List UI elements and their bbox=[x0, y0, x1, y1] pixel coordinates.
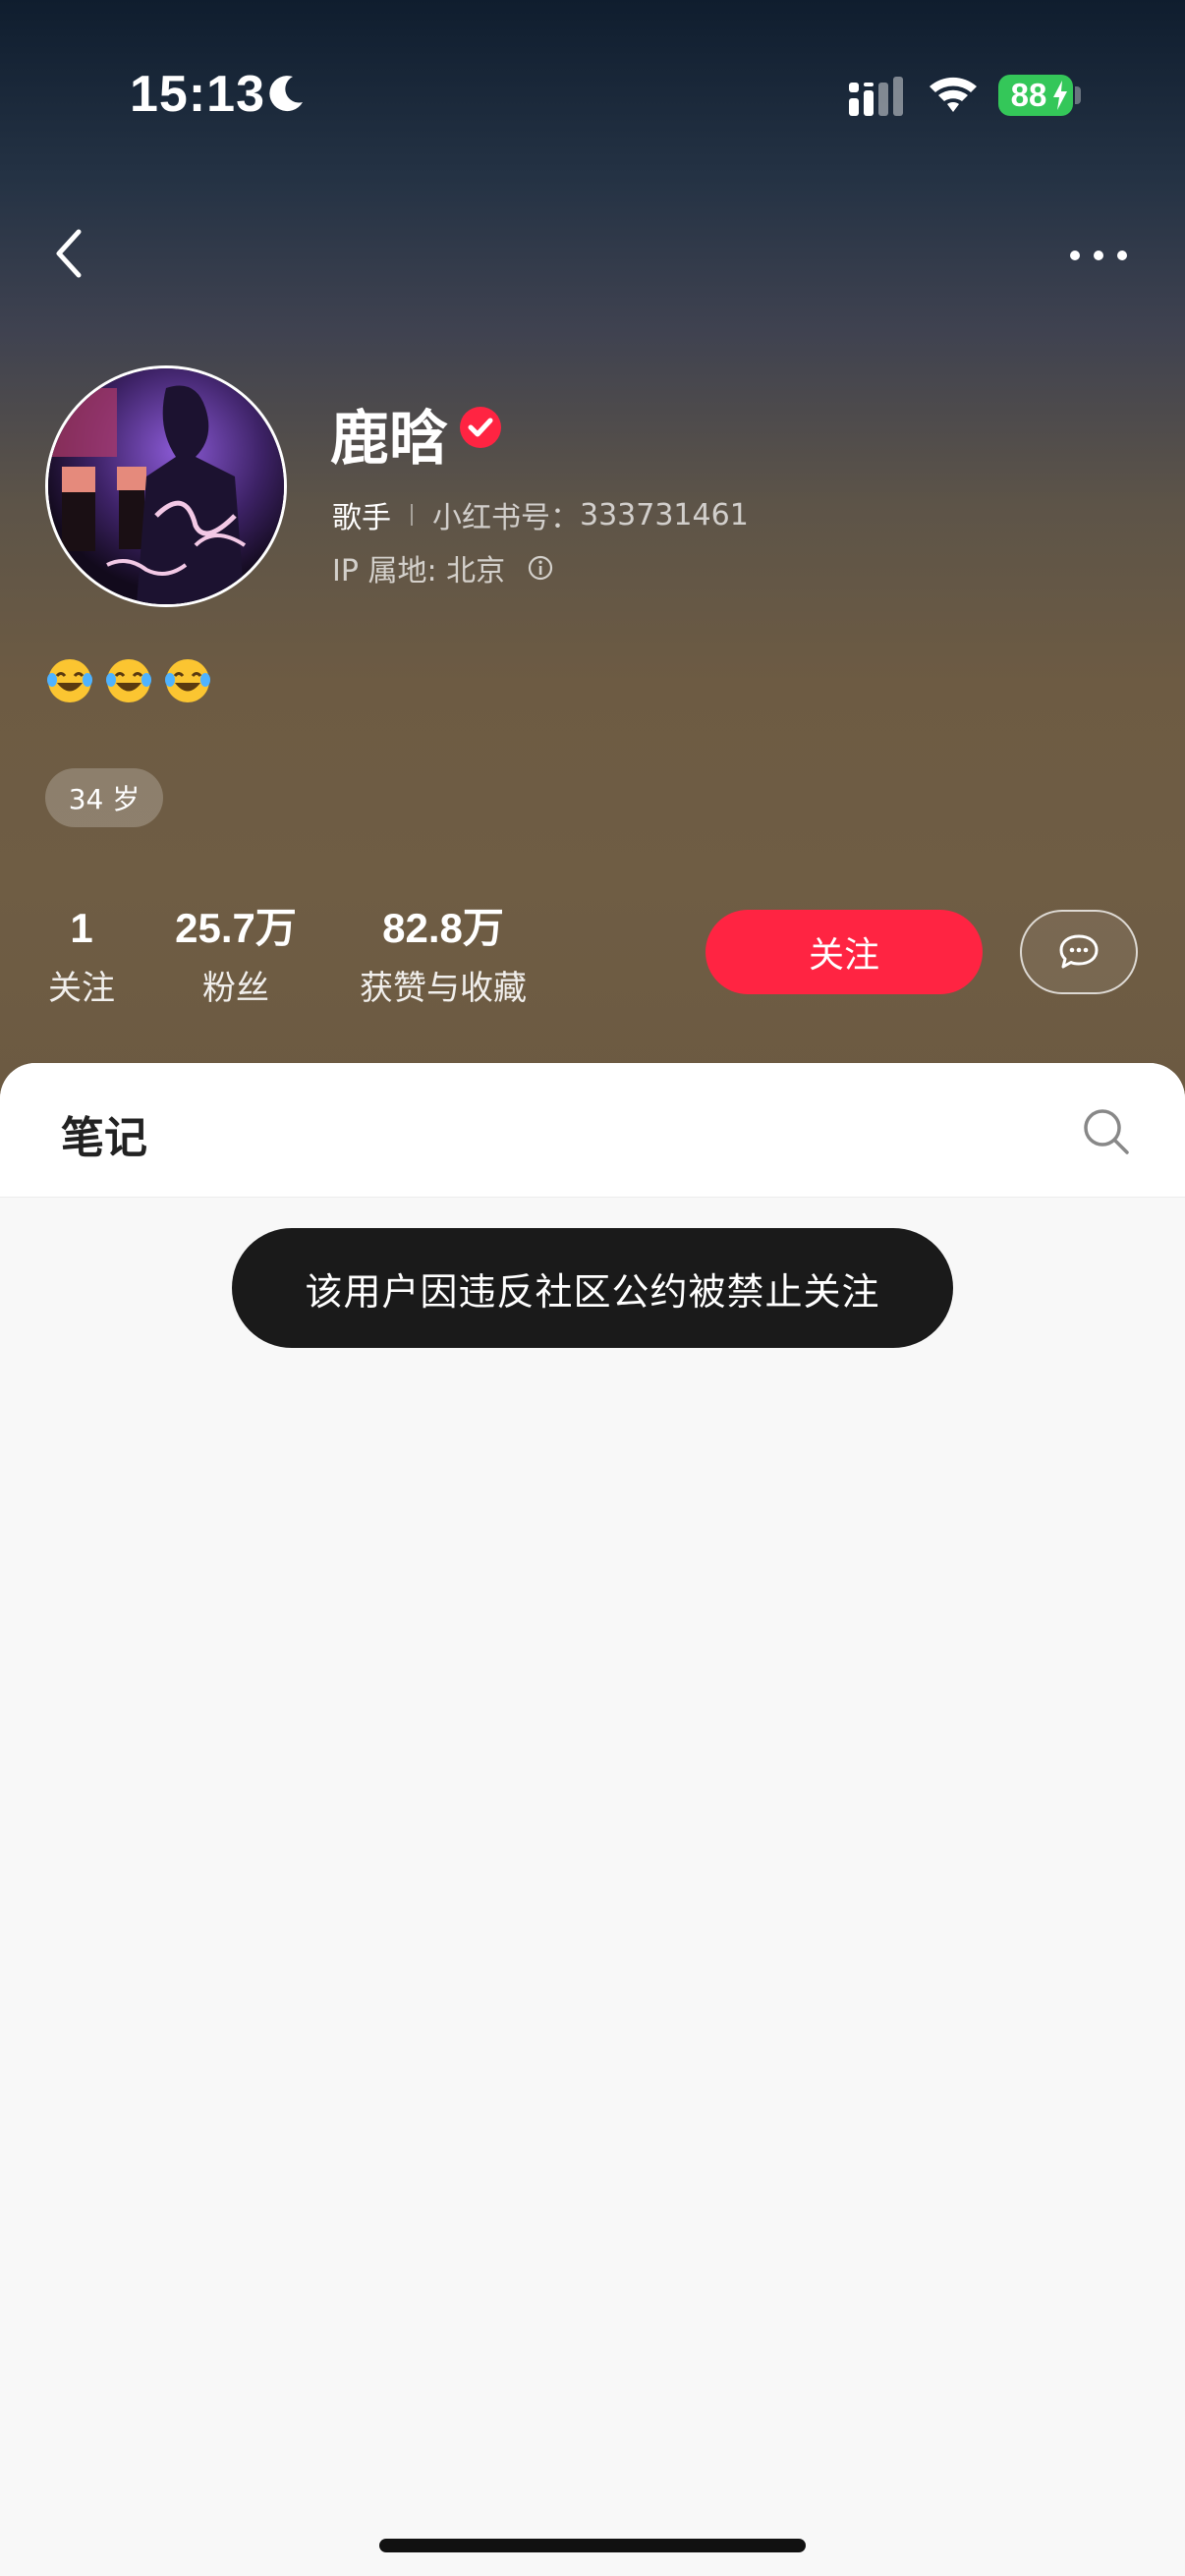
profile-name: 鹿晗 bbox=[330, 405, 448, 474]
verified-icon bbox=[460, 407, 501, 448]
moon-icon bbox=[269, 76, 303, 112]
laughing-tears-emoji-icon bbox=[47, 659, 92, 702]
battery-level: 88 bbox=[1010, 77, 1047, 113]
avatar-image bbox=[48, 368, 284, 604]
search-icon[interactable] bbox=[1079, 1104, 1134, 1159]
tab-notes[interactable]: 笔记 bbox=[61, 1102, 147, 1165]
followers-label: 粉丝 bbox=[202, 969, 269, 1008]
avatar[interactable] bbox=[45, 365, 287, 607]
charging-bolt-icon bbox=[1053, 81, 1067, 110]
chat-bubble-icon bbox=[1059, 934, 1099, 969]
info-icon[interactable] bbox=[527, 554, 554, 582]
wifi-icon bbox=[930, 77, 977, 112]
more-icon[interactable] bbox=[1063, 234, 1134, 277]
followers-value: 25.7万 bbox=[175, 905, 297, 951]
likes-and-saves-label: 获赞与收藏 bbox=[360, 969, 527, 1008]
laughing-tears-emoji-icon bbox=[106, 659, 151, 702]
profile-meta: 歌手 小红书号： 333731461 bbox=[332, 493, 749, 536]
tab-bar: 笔记 bbox=[0, 1063, 1185, 1198]
followers-count[interactable]: 25.7万 粉丝 bbox=[163, 904, 309, 1009]
likes-and-saves-value: 82.8万 bbox=[382, 905, 504, 951]
age-tag: 34 岁 bbox=[45, 768, 163, 827]
following-value: 1 bbox=[70, 905, 93, 951]
laughing-tears-emoji-icon bbox=[165, 659, 210, 702]
battery-indicator: 88 bbox=[998, 75, 1073, 116]
bio bbox=[45, 656, 212, 705]
user-id-label: 小红书号： bbox=[432, 501, 580, 535]
follow-button[interactable]: 关注 bbox=[705, 910, 983, 994]
home-indicator[interactable] bbox=[379, 2539, 806, 2552]
user-id-value: 333731461 bbox=[580, 497, 749, 532]
meta-divider bbox=[411, 504, 413, 526]
status-time: 15:13 bbox=[130, 66, 265, 123]
following-count[interactable]: 1 关注 bbox=[43, 904, 120, 1009]
signal-icon bbox=[849, 77, 903, 116]
ip-location: IP 属地: 北京 bbox=[332, 554, 506, 588]
following-label: 关注 bbox=[48, 969, 115, 1008]
occupation-tag: 歌手 bbox=[332, 501, 391, 535]
likes-and-saves-count[interactable]: 82.8万 获赞与收藏 bbox=[348, 904, 538, 1009]
toast-message: 该用户因违反社区公约被禁止关注 bbox=[232, 1228, 953, 1348]
message-button[interactable] bbox=[1020, 910, 1138, 994]
battery-cap bbox=[1075, 86, 1081, 104]
ip-location-row: IP 属地: 北京 bbox=[332, 546, 554, 589]
back-arrow-icon[interactable] bbox=[45, 218, 98, 289]
